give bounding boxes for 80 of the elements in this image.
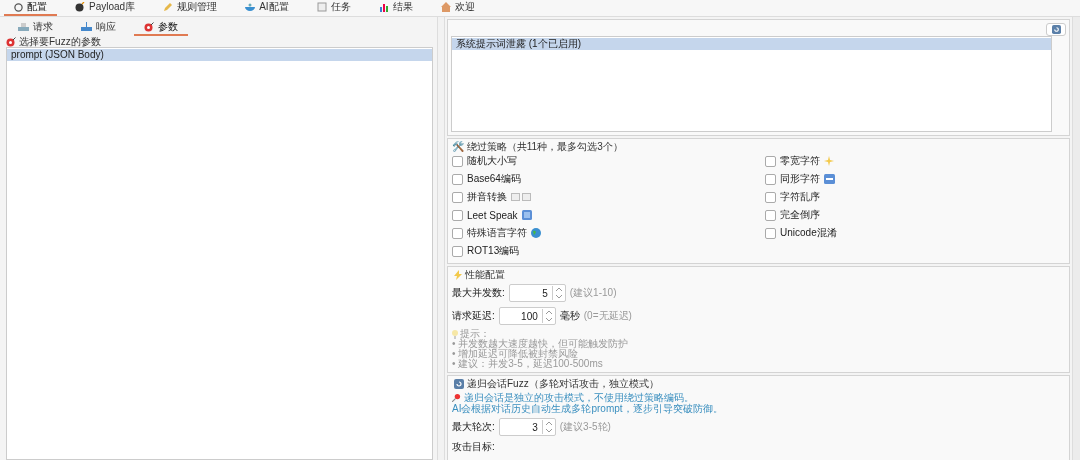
letter-tiles-icon: [511, 193, 531, 201]
tip-text: • 建议：并发3-5，延迟100-500ms: [452, 359, 604, 369]
group-title: 性能配置: [465, 267, 505, 282]
tray-icon: [81, 22, 92, 31]
number-tile-icon: [521, 210, 532, 220]
checkbox-label: Leet Speak: [467, 209, 518, 221]
checkbox-label: 特殊语言字符: [467, 226, 527, 240]
number-spinner[interactable]: 5: [508, 284, 566, 302]
house-icon: [440, 2, 451, 12]
sub-tab[interactable]: 响应: [71, 19, 126, 36]
unit-label: 毫秒: [559, 309, 580, 323]
refresh-button[interactable]: [1046, 23, 1066, 36]
group-title: 递归会话Fuzz（多轮对话攻击，独立模式）: [467, 376, 659, 391]
field-label: 攻击目标:: [452, 440, 495, 454]
checkbox[interactable]: [452, 227, 463, 239]
splitter[interactable]: [437, 17, 445, 460]
number-spinner[interactable]: 3: [498, 418, 556, 436]
target-icon: [144, 21, 154, 32]
sub-tab[interactable]: 请求: [8, 19, 63, 36]
checkbox-label: 拼音转换: [467, 190, 507, 204]
checkbox-label: ROT13编码: [467, 244, 520, 258]
checkbox-label: Base64编码: [467, 172, 521, 186]
checkbox[interactable]: [765, 173, 776, 185]
top-tab[interactable]: 配置: [4, 0, 57, 16]
checkbox-label: 随机大小写: [467, 154, 517, 168]
checkbox-label: 完全倒序: [780, 208, 820, 222]
top-tab[interactable]: 任务: [306, 0, 361, 16]
checkbox[interactable]: [452, 209, 463, 221]
group-title: 🛠 绕过策略（共11种，最多勾选3个）: [452, 139, 623, 154]
sub-tab[interactable]: 参数: [134, 19, 188, 36]
checkbox-label: Unicode混淆: [780, 226, 837, 240]
info-text: 递归会话是独立的攻击模式，不使用绕过策略编码。: [464, 392, 694, 403]
top-tab[interactable]: 规则管理: [153, 0, 228, 16]
checkbox[interactable]: [452, 155, 463, 167]
stepper-icon[interactable]: [541, 420, 555, 434]
bar-chart-icon: [378, 2, 389, 12]
checkbox-label: 零宽字符: [780, 154, 820, 168]
checkbox[interactable]: [765, 155, 776, 167]
checkbox[interactable]: [452, 245, 463, 257]
bowl-icon: [245, 2, 256, 12]
keyboard-tile-icon: [824, 174, 835, 184]
bulb-icon: [452, 329, 458, 339]
group-title: 选择要Fuzz的参数: [19, 34, 101, 49]
checkbox[interactable]: [765, 191, 776, 203]
globe-icon: [531, 228, 541, 238]
list-item[interactable]: prompt (JSON Body): [7, 49, 432, 61]
checkbox[interactable]: [765, 227, 776, 239]
list-item[interactable]: 系统提示词泄露 (1个已启用): [452, 38, 1051, 50]
top-tab[interactable]: Payload库: [65, 0, 146, 16]
top-tab[interactable]: 结果: [368, 0, 423, 16]
stepper-icon[interactable]: [541, 309, 555, 323]
tip-text: • 增加延迟可降低被封禁风险: [452, 349, 579, 359]
field-label: 最大轮次:: [452, 420, 495, 434]
info-text: AI会根据对话历史自动生成多轮prompt，逐步引导突破防御。: [452, 403, 723, 414]
pencil-icon: [163, 2, 174, 12]
refresh-icon: [1051, 25, 1061, 34]
checkbox[interactable]: [765, 209, 776, 221]
hint-text: (建议3-5轮): [559, 420, 611, 434]
tip-text: • 并发数越大速度越快，但可能触发防护: [452, 339, 630, 349]
sparkle-icon: [824, 156, 834, 166]
checkbox-label: 字符乱序: [780, 190, 820, 204]
checkbox[interactable]: [452, 191, 463, 203]
field-label: 最大并发数:: [452, 286, 505, 300]
stepper-icon[interactable]: [551, 286, 565, 300]
number-spinner[interactable]: 100: [498, 307, 556, 325]
field-label: 请求延迟:: [452, 309, 495, 323]
scrollbar[interactable]: [1072, 17, 1080, 460]
radio-icon: [14, 2, 23, 12]
checkbox-label: 同形字符: [780, 172, 820, 186]
hint-text: (建议1-10): [569, 286, 617, 300]
tips-title: 提示：: [460, 329, 490, 339]
checkbox[interactable]: [452, 173, 463, 185]
lightning-icon: [454, 269, 462, 280]
bomb-icon: [75, 2, 85, 12]
refresh-icon: [454, 378, 464, 389]
top-tab[interactable]: AI配置: [235, 0, 299, 16]
pin-icon: [452, 393, 461, 402]
hint-text: (0=无延迟): [583, 309, 632, 323]
tray-icon: [18, 22, 29, 31]
top-tab[interactable]: 欢迎: [430, 0, 485, 16]
